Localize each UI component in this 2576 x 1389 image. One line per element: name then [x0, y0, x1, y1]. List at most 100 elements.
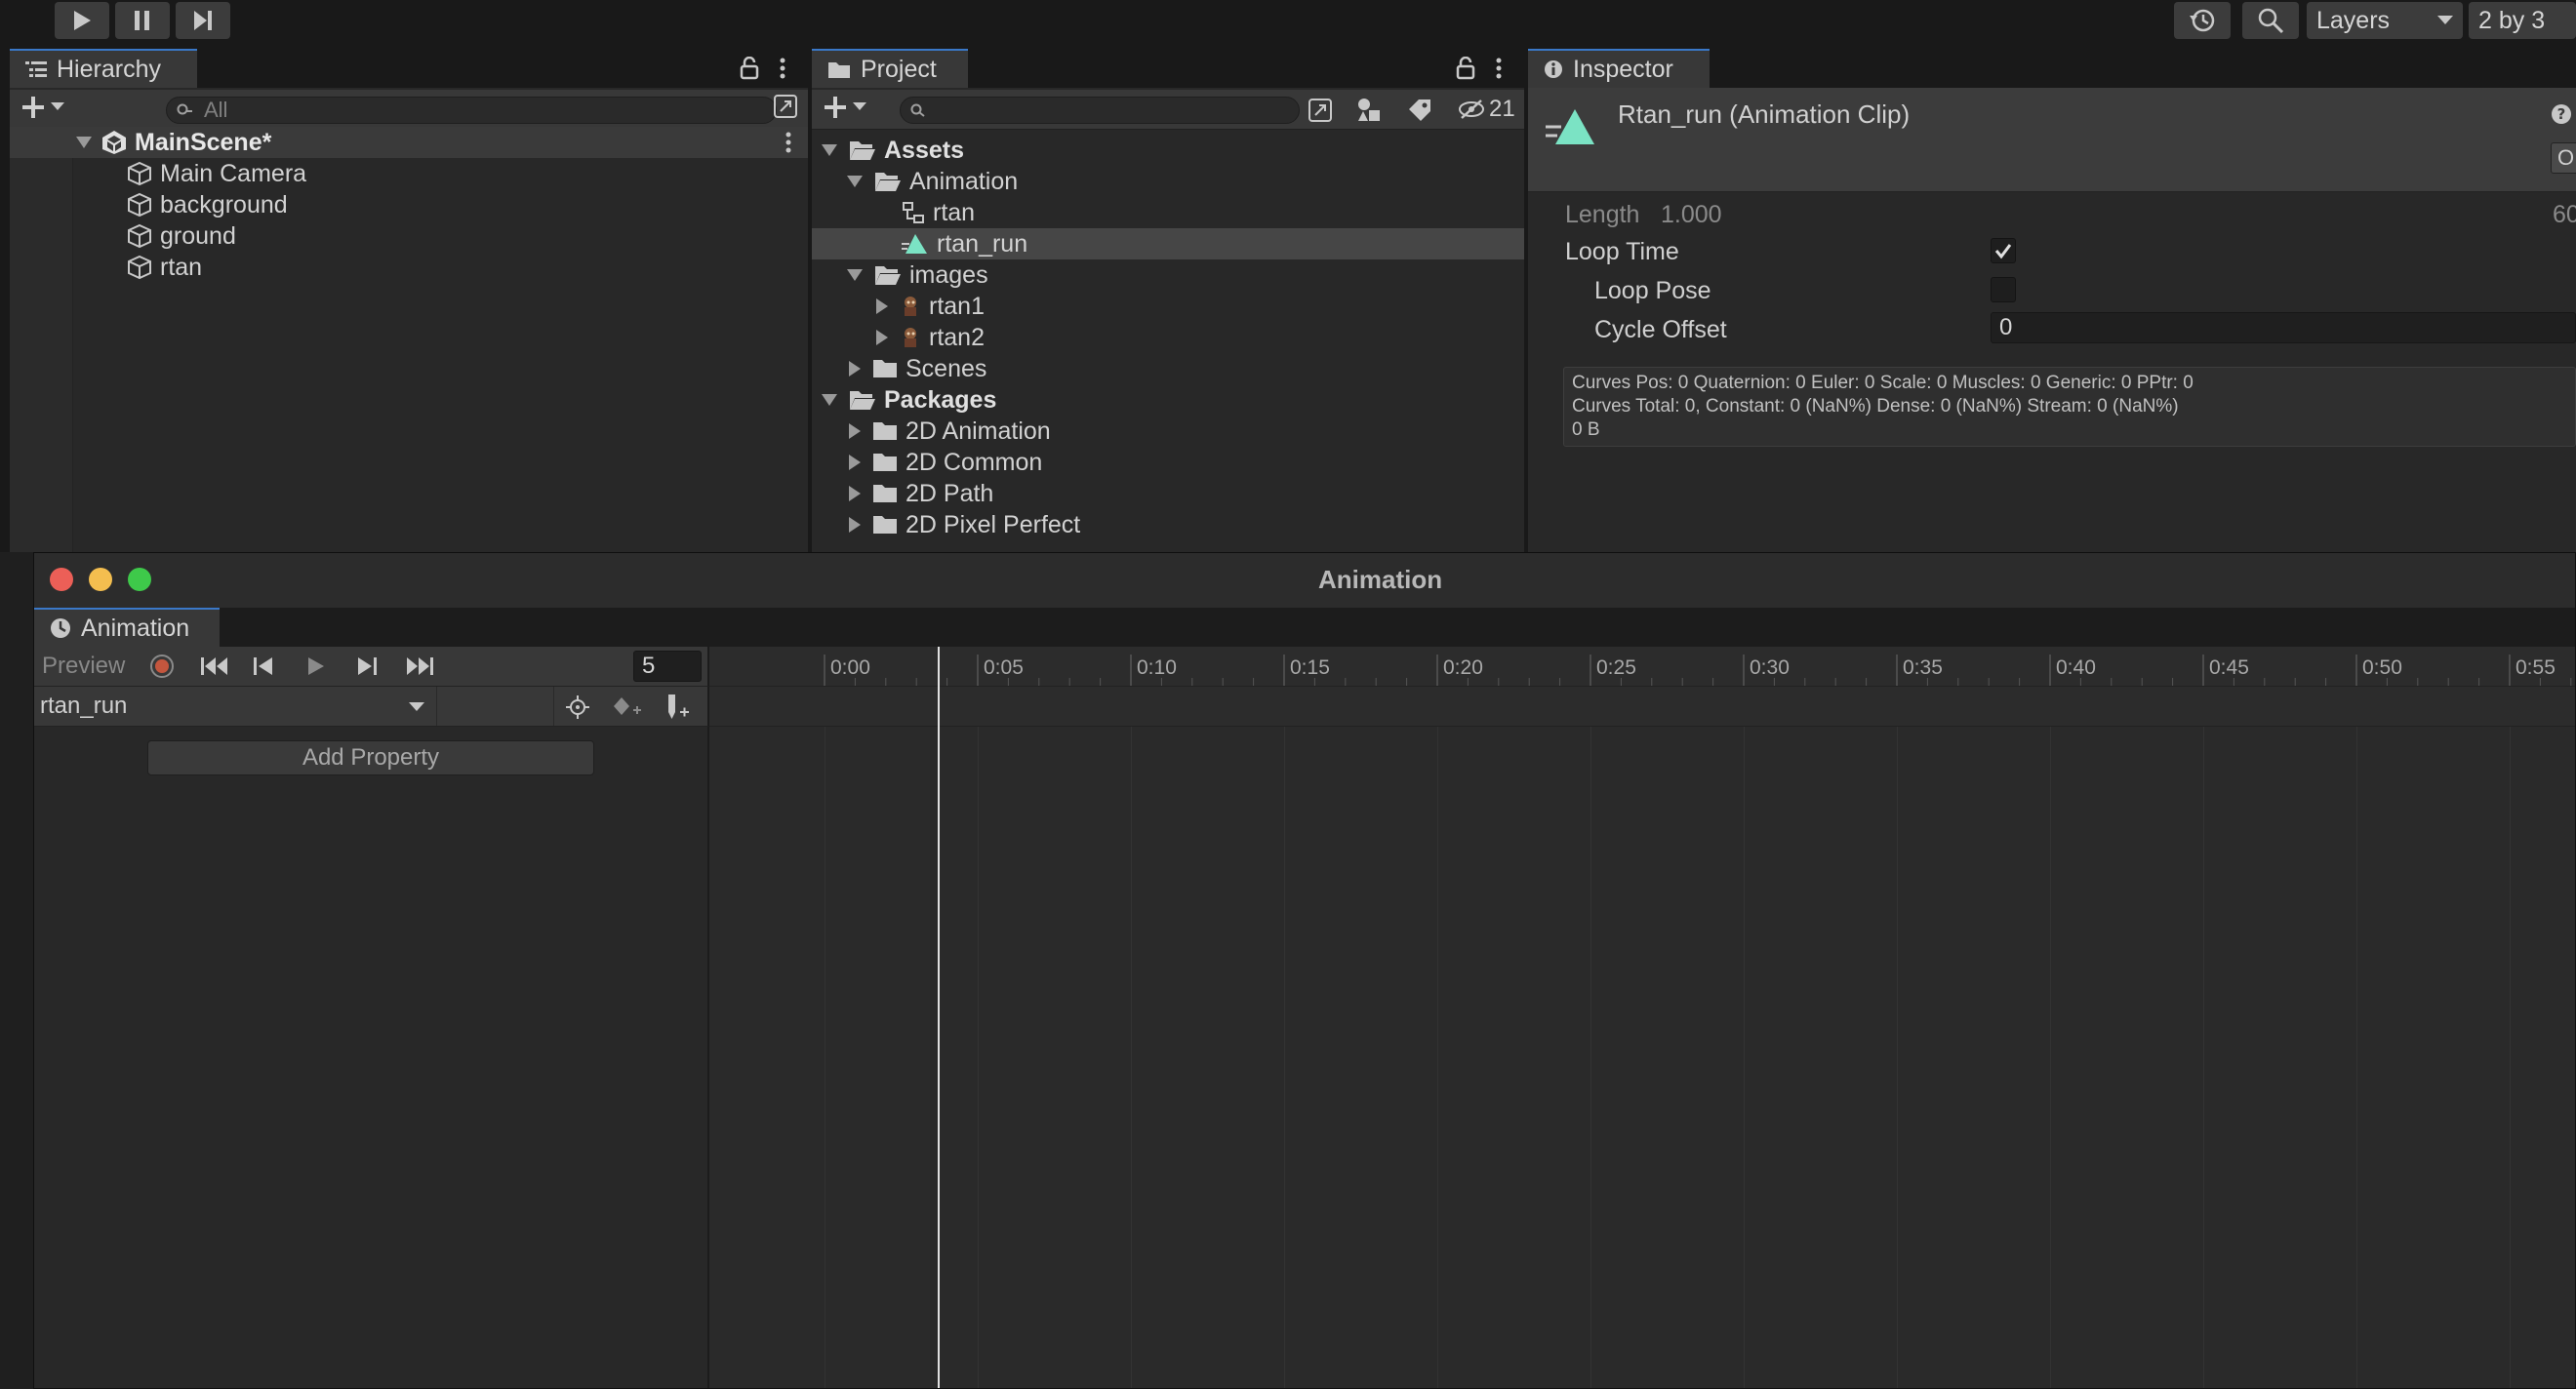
layout-dropdown[interactable]: 2 by 3 [2469, 2, 2576, 39]
add-event-icon[interactable] [664, 693, 692, 722]
frame-input[interactable]: 5 [633, 651, 702, 682]
cycle-offset-input[interactable]: 0 [1991, 312, 2576, 343]
chevron-down-icon [409, 702, 424, 711]
scene-more-icon[interactable] [785, 131, 792, 154]
previous-keyframe-icon[interactable] [253, 656, 274, 676]
dopesheet-grid-line [2510, 727, 2511, 1388]
tab-hierarchy[interactable]: Hierarchy [10, 49, 197, 88]
tree-item-rtan-controller[interactable]: rtan [902, 197, 975, 228]
next-keyframe-icon[interactable] [356, 656, 378, 676]
animation-window: Animation Animation Preview 5 rtan_run A… [33, 552, 2576, 1389]
search-by-type-icon[interactable] [1356, 98, 1382, 123]
project-create-button[interactable] [824, 96, 866, 119]
tree-item-images[interactable]: images [847, 259, 988, 291]
dopesheet-area[interactable] [709, 727, 2575, 1388]
scene-name: MainScene* [135, 128, 272, 156]
search-by-label-icon[interactable] [1407, 98, 1432, 123]
last-keyframe-icon[interactable] [405, 656, 434, 676]
record-icon[interactable] [149, 654, 175, 679]
timeline-label: 0:10 [1137, 656, 1177, 679]
expand-arrow-icon[interactable] [849, 517, 861, 533]
playhead[interactable] [938, 647, 940, 1388]
animation-clip-icon [1546, 109, 1594, 144]
play-icon[interactable] [307, 656, 325, 676]
scene-row[interactable]: MainScene* [10, 127, 808, 158]
tree-item-2d-animation[interactable]: 2D Animation [849, 416, 1051, 447]
tree-item-animation[interactable]: Animation [847, 166, 1018, 197]
hierarchy-item[interactable]: background [127, 189, 288, 220]
preview-toggle[interactable]: Preview [42, 653, 125, 680]
expand-arrow-icon[interactable] [849, 455, 861, 470]
expand-arrow-icon[interactable] [822, 144, 837, 156]
undo-history-button[interactable] [2174, 2, 2231, 39]
filter-selection-icon[interactable] [565, 694, 590, 720]
add-property-button[interactable]: Add Property [147, 740, 594, 775]
tree-item-rtan1[interactable]: rtan1 [876, 291, 985, 322]
scene-visibility-icon[interactable] [773, 94, 798, 119]
hierarchy-search-input[interactable]: All [166, 97, 777, 124]
open-button[interactable]: O [2551, 142, 2576, 174]
tree-item-scenes[interactable]: Scenes [849, 353, 986, 384]
play-button[interactable] [55, 2, 109, 39]
create-button[interactable] [21, 96, 64, 119]
tab-inspector[interactable]: Inspector [1528, 49, 1710, 88]
sprite-thumbnail-icon [905, 297, 916, 316]
more-options-icon[interactable] [1495, 57, 1503, 80]
tree-item-2d-path[interactable]: 2D Path [849, 478, 993, 509]
tab-animation[interactable]: Animation [34, 608, 220, 647]
playback-controls: Preview 5 [34, 647, 709, 687]
hierarchy-item[interactable]: Main Camera [127, 158, 306, 189]
loop-time-checkbox[interactable] [1991, 238, 2016, 263]
expand-arrow-icon[interactable] [76, 137, 92, 148]
maximize-window-button[interactable] [128, 568, 151, 591]
expand-arrow-icon[interactable] [847, 269, 863, 281]
dopesheet-grid-line [978, 727, 979, 1388]
tab-project[interactable]: Project [812, 49, 968, 88]
expand-arrow-icon[interactable] [847, 176, 863, 187]
expand-arrow-icon[interactable] [822, 394, 837, 406]
project-search-input[interactable] [900, 97, 1300, 124]
hierarchy-item[interactable]: ground [127, 220, 236, 252]
clip-row: rtan_run [34, 687, 709, 727]
dopesheet-grid-line [1744, 727, 1745, 1388]
close-window-button[interactable] [50, 568, 73, 591]
search-icon [2258, 8, 2284, 34]
hierarchy-item-label: ground [160, 221, 236, 250]
event-row[interactable] [709, 687, 2575, 727]
hidden-packages-toggle[interactable]: 21 [1458, 96, 1515, 123]
timeline-label: 0:25 [1596, 656, 1636, 679]
history-icon [2190, 9, 2215, 32]
expand-arrow-icon[interactable] [849, 361, 861, 377]
lock-icon[interactable] [740, 57, 759, 80]
tree-item-2d-pixel-perfect[interactable]: 2D Pixel Perfect [849, 509, 1080, 540]
more-options-icon[interactable] [779, 57, 786, 80]
expand-arrow-icon[interactable] [849, 423, 861, 439]
tree-item-assets[interactable]: Assets [822, 135, 964, 166]
hierarchy-panel: Hierarchy All MainScene* Main Camera bac… [10, 49, 808, 552]
tree-item-label: rtan2 [929, 323, 985, 351]
lock-icon[interactable] [1456, 57, 1475, 80]
layers-label: Layers [2316, 6, 2391, 34]
add-keyframe-icon[interactable] [612, 694, 643, 720]
tree-item-2d-common[interactable]: 2D Common [849, 447, 1042, 478]
loop-pose-checkbox[interactable] [1991, 277, 2016, 302]
help-icon[interactable]: ? [2551, 103, 2572, 125]
tree-item-rtan-run[interactable]: rtan_run [812, 228, 1524, 259]
hierarchy-item[interactable]: rtan [127, 252, 202, 283]
step-button[interactable] [176, 2, 230, 39]
clip-dropdown[interactable]: rtan_run [34, 687, 434, 726]
search-button[interactable] [2242, 2, 2299, 39]
first-keyframe-icon[interactable] [200, 656, 229, 676]
minimize-window-button[interactable] [89, 568, 112, 591]
pause-button[interactable] [115, 2, 170, 39]
tree-item-label: images [909, 260, 988, 289]
folder-open-icon [850, 391, 875, 410]
timeline-ruler[interactable]: 0:00 0:05 0:10 0:15 0:20 0:25 0:30 0:35 0:40 0:45… [709, 647, 2575, 687]
expand-arrow-icon[interactable] [876, 330, 888, 345]
tree-item-packages[interactable]: Packages [822, 384, 996, 416]
expand-arrow-icon[interactable] [849, 486, 861, 501]
layers-dropdown[interactable]: Layers [2307, 2, 2463, 39]
tree-item-rtan2[interactable]: rtan2 [876, 322, 985, 353]
expand-arrow-icon[interactable] [876, 298, 888, 314]
search-by-scene-icon[interactable] [1308, 98, 1333, 123]
